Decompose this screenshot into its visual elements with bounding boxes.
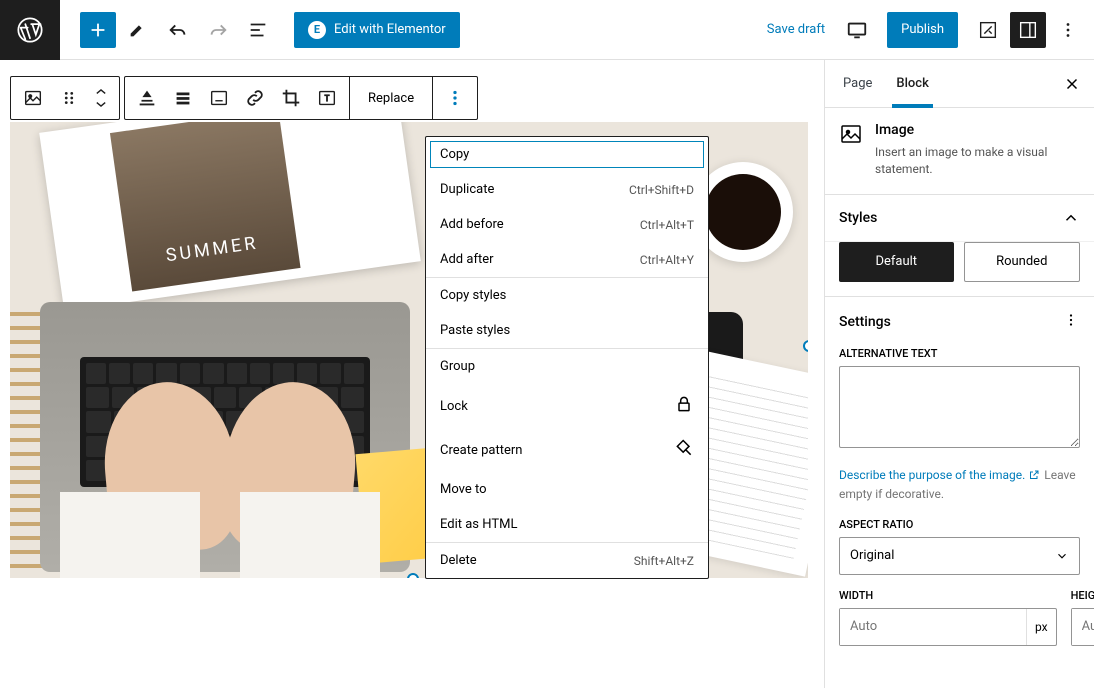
alt-help-link[interactable]: Describe the purpose of the image.: [839, 468, 1040, 482]
menu-edit-as-html[interactable]: Edit as HTML: [426, 507, 708, 542]
editor-topbar: E Edit with Elementor Save draft Publish: [0, 0, 1094, 60]
block-info-section: Image Insert an image to make a visual s…: [825, 108, 1094, 195]
move-down-icon[interactable]: [94, 99, 108, 109]
link-button[interactable]: [237, 80, 273, 116]
add-block-button[interactable]: [80, 12, 116, 48]
image-block-icon: [839, 122, 863, 146]
block-more-options-button[interactable]: [437, 80, 473, 116]
block-type-icon[interactable]: [15, 80, 51, 116]
move-up-icon[interactable]: [94, 87, 108, 97]
text-overlay-button[interactable]: [309, 80, 345, 116]
pattern-icon: [674, 438, 694, 462]
edit-mode-button[interactable]: [120, 12, 156, 48]
width-button[interactable]: [165, 80, 201, 116]
preview-button[interactable]: [839, 12, 875, 48]
menu-copy-styles[interactable]: Copy styles: [426, 278, 708, 313]
save-draft-button[interactable]: Save draft: [767, 22, 825, 37]
aspect-ratio-label: ASPECT RATIO: [839, 518, 1080, 531]
alt-text-input[interactable]: [839, 366, 1080, 448]
aspect-ratio-select[interactable]: Original: [839, 537, 1080, 575]
style-rounded-button[interactable]: Rounded: [964, 242, 1081, 282]
close-icon: [1063, 75, 1081, 93]
undo-button[interactable]: [160, 12, 196, 48]
width-label: WIDTH: [839, 589, 1057, 602]
chevron-down-icon: [1055, 549, 1069, 563]
block-info-title: Image: [875, 122, 1080, 138]
settings-sidebar: Page Block Image Insert an image to make…: [824, 60, 1094, 688]
chevron-up-icon: [1062, 209, 1080, 227]
menu-create-pattern[interactable]: Create pattern: [426, 428, 708, 472]
menu-add-after[interactable]: Add afterCtrl+Alt+Y: [426, 242, 708, 277]
elementor-icon: E: [308, 21, 326, 39]
more-vertical-icon: [1062, 311, 1080, 329]
crop-button[interactable]: [273, 80, 309, 116]
move-up-down[interactable]: [87, 80, 115, 116]
alt-text-label: ALTERNATIVE TEXT: [839, 347, 1080, 360]
align-button[interactable]: [129, 80, 165, 116]
more-options-button[interactable]: [1050, 12, 1086, 48]
width-input[interactable]: [840, 609, 1026, 645]
resize-handle-right[interactable]: [803, 340, 808, 352]
block-context-menu: Copy DuplicateCtrl+Shift+D Add beforeCtr…: [425, 136, 709, 579]
edit-with-elementor-button[interactable]: E Edit with Elementor: [294, 12, 460, 48]
settings-heading: Settings: [839, 314, 891, 330]
block-info-description: Insert an image to make a visual stateme…: [875, 144, 1080, 178]
document-overview-button[interactable]: [240, 12, 276, 48]
elementor-label: Edit with Elementor: [334, 22, 446, 37]
resize-handle-bottom[interactable]: [407, 573, 419, 578]
drag-handle[interactable]: [51, 80, 87, 116]
height-input[interactable]: [1072, 609, 1094, 645]
style-default-button[interactable]: Default: [839, 242, 954, 282]
sidebar-tabs: Page Block: [825, 60, 1094, 108]
menu-group[interactable]: Group: [426, 349, 708, 384]
block-toolbar: Replace: [10, 76, 478, 120]
wordpress-logo[interactable]: [0, 0, 60, 60]
menu-copy[interactable]: Copy: [426, 137, 708, 172]
settings-panel: Settings ALTERNATIVE TEXT Describe the p…: [825, 297, 1094, 660]
tab-page[interactable]: Page: [831, 60, 884, 107]
menu-lock[interactable]: Lock: [426, 384, 708, 428]
redo-button[interactable]: [200, 12, 236, 48]
sidebar-toggle-button[interactable]: [1010, 12, 1046, 48]
menu-delete[interactable]: DeleteShift+Alt+Z: [426, 543, 708, 578]
lock-icon: [674, 394, 694, 418]
height-label: HEIGHT: [1071, 589, 1094, 602]
external-link-icon: [1028, 469, 1040, 481]
menu-duplicate[interactable]: DuplicateCtrl+Shift+D: [426, 172, 708, 207]
replace-button[interactable]: Replace: [354, 76, 428, 120]
settings-more-button[interactable]: [1062, 311, 1080, 333]
close-sidebar-button[interactable]: [1056, 68, 1088, 100]
caption-button[interactable]: [201, 80, 237, 116]
styles-heading[interactable]: Styles: [825, 195, 1094, 242]
editor-settings-button[interactable]: [970, 12, 1006, 48]
menu-paste-styles[interactable]: Paste styles: [426, 313, 708, 348]
width-unit[interactable]: px: [1026, 609, 1056, 645]
menu-move-to[interactable]: Move to: [426, 472, 708, 507]
menu-add-before[interactable]: Add beforeCtrl+Alt+T: [426, 207, 708, 242]
tab-block[interactable]: Block: [884, 60, 940, 107]
publish-button[interactable]: Publish: [887, 12, 958, 48]
